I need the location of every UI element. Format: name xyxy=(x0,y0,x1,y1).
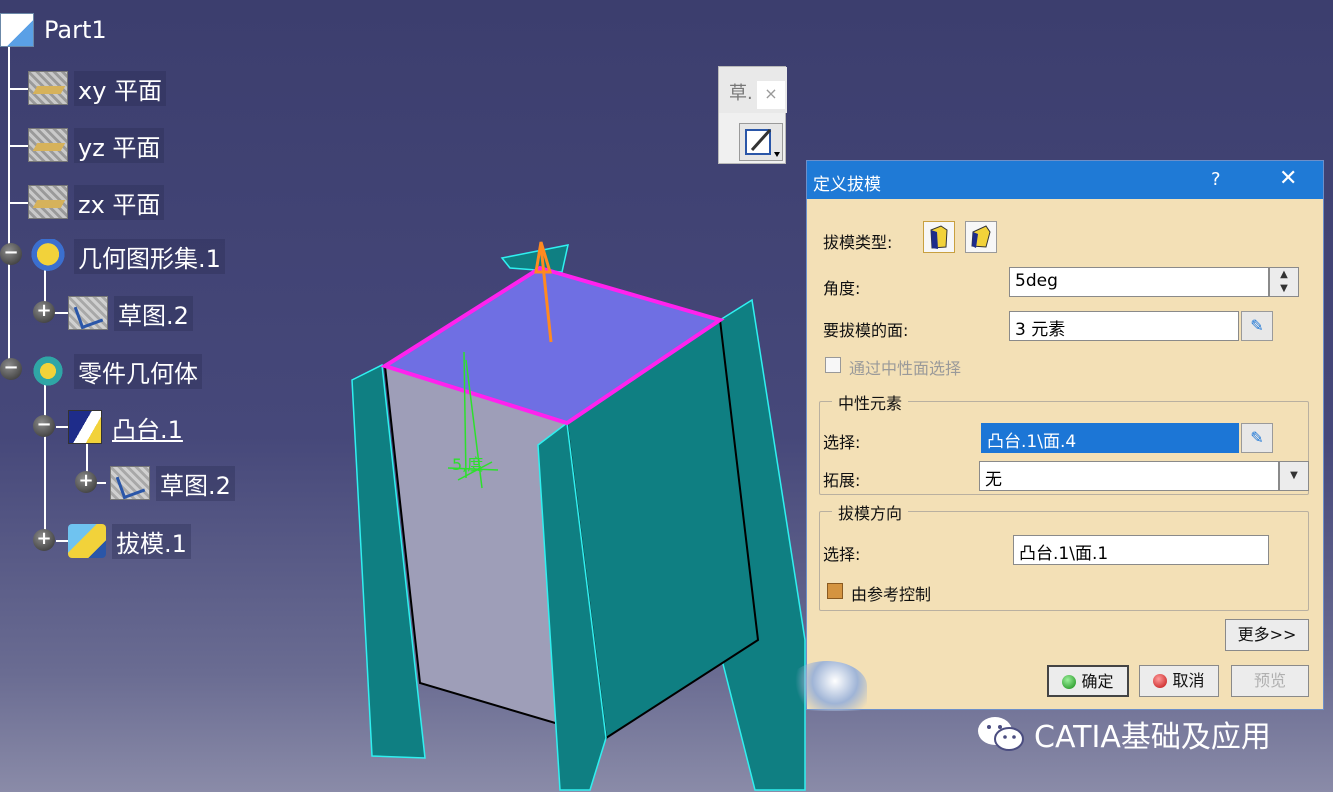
specification-tree: Part1 xy 平面 yz 平面 zx 平面 − 几何图形集.1 + 草图.2… xyxy=(0,0,360,600)
collapse-toggle[interactable]: − xyxy=(33,415,55,437)
preview-button[interactable]: 预览 xyxy=(1231,665,1309,697)
tree-item-label: xy 平面 xyxy=(74,70,167,106)
angle-label: 5,度 xyxy=(452,455,483,474)
pad-icon xyxy=(68,410,102,444)
neutral-element-group-title: 中性元素 xyxy=(832,390,909,414)
tree-item-label: 草图.2 xyxy=(156,465,235,501)
tree-item-xy-plane[interactable]: xy 平面 xyxy=(28,70,167,106)
plane-icon xyxy=(28,71,68,105)
direction-selection-label: 选择: xyxy=(823,545,861,564)
neutral-face-selection-label: 通过中性面选择 xyxy=(849,359,962,378)
tree-root-label: Part1 xyxy=(44,16,107,44)
dialog-titlebar[interactable]: 定义拔模 ? ✕ xyxy=(807,161,1323,199)
cancel-button-label: 取消 xyxy=(1172,671,1205,690)
compass-orb-decoration xyxy=(787,661,867,711)
faces-edit-list-button[interactable]: ✎ xyxy=(1241,311,1273,341)
draft-type-variable-button[interactable] xyxy=(965,221,997,253)
more-button[interactable]: 更多>> xyxy=(1225,619,1309,651)
draft-type-constant-button[interactable] xyxy=(923,221,955,253)
angle-spinner[interactable]: ▲ ▼ xyxy=(1269,267,1299,297)
cancel-button[interactable]: 取消 xyxy=(1139,665,1219,697)
variable-draft-icon xyxy=(971,225,991,248)
sketch-button[interactable] xyxy=(739,123,783,161)
part-front-face xyxy=(383,364,608,740)
toolbar-title: 草. xyxy=(729,83,753,104)
faces-to-draft-input[interactable]: 3 元素 xyxy=(1009,311,1239,341)
cancel-red-icon xyxy=(1153,674,1168,688)
faces-to-draft-label: 要拔模的面: xyxy=(823,321,909,340)
sketcher-toolbar: 草. × xyxy=(718,66,787,164)
tree-root-part[interactable]: Part1 xyxy=(0,12,111,48)
dialog-title: 定义拔模 xyxy=(813,175,881,195)
draft-plane-top xyxy=(500,244,569,273)
plane-icon xyxy=(28,128,68,162)
tree-item-sketch-2-sub[interactable]: 草图.2 xyxy=(110,465,235,501)
neutral-selection-label: 选择: xyxy=(823,433,861,452)
tree-item-sketch-2[interactable]: 草图.2 xyxy=(68,295,193,331)
toolbar-title-bar[interactable]: 草. × xyxy=(719,67,787,113)
tree-item-label: 凸台.1 xyxy=(112,415,183,444)
controlled-by-reference-checkbox[interactable] xyxy=(827,583,843,599)
draft-plane-right xyxy=(719,298,806,791)
tree-item-zx-plane[interactable]: zx 平面 xyxy=(28,184,165,220)
angle-label: 角度: xyxy=(823,279,861,298)
draft-plane-left xyxy=(351,363,426,759)
constant-draft-icon xyxy=(930,225,948,249)
tree-item-label: zx 平面 xyxy=(74,184,165,220)
wechat-icon xyxy=(978,717,1024,751)
tree-item-yz-plane[interactable]: yz 平面 xyxy=(28,127,165,163)
geometric-set-icon xyxy=(28,239,68,273)
direction-selection-input[interactable]: 凸台.1\面.1 xyxy=(1013,535,1269,565)
tree-item-pad-1[interactable]: 凸台.1 xyxy=(68,409,187,445)
arrow-head xyxy=(534,241,553,274)
angle-annotation xyxy=(447,351,499,489)
tree-item-label: 零件几何体 xyxy=(74,353,202,389)
toolbar-close-button[interactable]: × xyxy=(757,81,785,109)
part-side-face xyxy=(565,318,760,740)
neutral-selection-input[interactable]: 凸台.1\面.4 xyxy=(981,423,1239,453)
neutral-edit-list-button[interactable]: ✎ xyxy=(1241,423,1273,453)
ok-green-icon xyxy=(1062,675,1077,689)
sketch-icon xyxy=(110,466,150,500)
collapse-toggle[interactable]: − xyxy=(0,358,22,380)
draft-icon xyxy=(68,524,106,558)
ok-button-label: 确定 xyxy=(1081,672,1114,691)
dialog-close-button[interactable]: ✕ xyxy=(1279,166,1297,191)
help-button[interactable]: ? xyxy=(1211,169,1221,190)
draft-type-label: 拔模类型: xyxy=(823,233,893,252)
pulling-direction-group-title: 拔模方向 xyxy=(832,500,909,524)
draft-direction-arrow[interactable] xyxy=(539,245,553,343)
plane-icon xyxy=(28,185,68,219)
neutral-face-selection-checkbox[interactable] xyxy=(825,357,841,373)
collapse-toggle[interactable]: − xyxy=(0,243,22,265)
tree-item-label: 拔模.1 xyxy=(112,523,191,559)
angle-input[interactable]: 5deg xyxy=(1009,267,1269,297)
expand-toggle[interactable]: + xyxy=(75,471,97,493)
propagation-select[interactable]: 无 xyxy=(979,461,1279,491)
expand-toggle[interactable]: + xyxy=(33,529,55,551)
edit-list-icon: ✎ xyxy=(1250,316,1264,335)
propagation-label: 拓展: xyxy=(823,471,861,490)
part-top-face xyxy=(380,265,725,426)
define-draft-dialog: 定义拔模 ? ✕ 拔模类型: 角度: 5deg ▲ ▼ 要拔模的面: 3 元素 ✎… xyxy=(787,160,1324,711)
tree-item-part-body[interactable]: 零件几何体 xyxy=(28,353,202,389)
draft-face xyxy=(537,421,607,791)
body-icon xyxy=(28,354,68,388)
part-icon xyxy=(0,13,34,47)
sketch-pencil-icon xyxy=(745,128,780,157)
watermark-text: CATIA基础及应用 xyxy=(1034,720,1271,755)
tree-item-label: yz 平面 xyxy=(74,127,165,163)
edit-list-icon: ✎ xyxy=(1250,428,1264,447)
expand-toggle[interactable]: + xyxy=(33,301,55,323)
propagation-dropdown-button[interactable]: ▼ xyxy=(1279,461,1309,491)
ok-button[interactable]: 确定 xyxy=(1047,665,1129,697)
sketch-icon xyxy=(68,296,108,330)
tree-item-label: 几何图形集.1 xyxy=(74,238,225,274)
watermark: CATIA基础及应用 xyxy=(976,712,1271,756)
tree-item-geometric-set[interactable]: 几何图形集.1 xyxy=(28,238,225,274)
controlled-by-reference-label: 由参考控制 xyxy=(851,585,932,604)
tree-item-label: 草图.2 xyxy=(114,295,193,331)
tree-item-draft-1[interactable]: 拔模.1 xyxy=(68,523,191,559)
